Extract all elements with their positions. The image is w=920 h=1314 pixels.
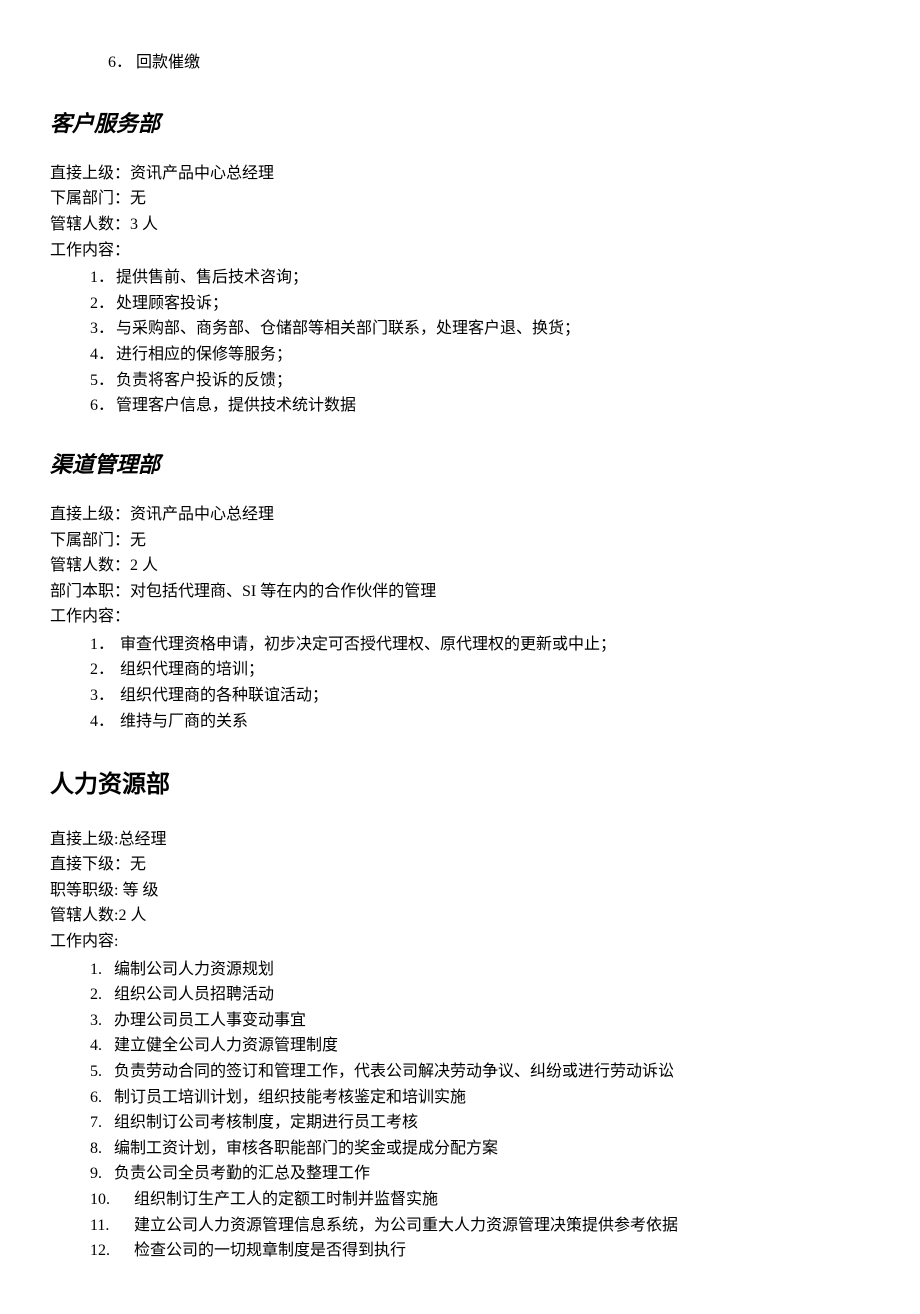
list-number: 4． [90, 342, 116, 368]
list-text: 进行相应的保修等服务； [116, 342, 292, 368]
info-line: 直接下级：无 [50, 852, 870, 878]
list-item: 1． 提供售前、售后技术咨询； [90, 265, 870, 291]
list-number: 7. [90, 1110, 114, 1136]
list-number: 6. [90, 1085, 114, 1111]
list-item: 6． 管理客户信息，提供技术统计数据 [90, 393, 870, 419]
section3-list: 1. 编制公司人力资源规划 2. 组织公司人员招聘活动 3. 办理公司员工人事变… [50, 957, 870, 1264]
list-item: 4. 建立健全公司人力资源管理制度 [90, 1033, 870, 1059]
list-text: 办理公司员工人事变动事宜 [114, 1008, 306, 1034]
list-text: 组织代理商的培训； [120, 657, 264, 683]
list-text: 与采购部、商务部、仓储部等相关部门联系，处理客户退、换货； [116, 316, 580, 342]
list-item: 10. 组织制订生产工人的定额工时制并监督实施 [90, 1187, 870, 1213]
section-heading-customer-service: 客户服务部 [50, 106, 870, 141]
list-text: 负责公司全员考勤的汇总及整理工作 [114, 1161, 370, 1187]
list-text: 建立健全公司人力资源管理制度 [114, 1033, 338, 1059]
list-item: 3． 组织代理商的各种联谊活动； [90, 683, 870, 709]
list-item: 3． 与采购部、商务部、仓储部等相关部门联系，处理客户退、换货； [90, 316, 870, 342]
list-item: 11. 建立公司人力资源管理信息系统，为公司重大人力资源管理决策提供参考依据 [90, 1213, 870, 1239]
list-text: 组织制订生产工人的定额工时制并监督实施 [134, 1187, 438, 1213]
list-text: 负责劳动合同的签订和管理工作，代表公司解决劳动争议、纠纷或进行劳动诉讼 [114, 1059, 674, 1085]
section-heading-channel-management: 渠道管理部 [50, 447, 870, 482]
list-number: 4． [90, 709, 120, 735]
info-line: 管辖人数：3 人 [50, 212, 870, 238]
list-text: 组织制订公司考核制度，定期进行员工考核 [114, 1110, 418, 1136]
section2-list: 1． 审查代理资格申请，初步决定可否授代理权、原代理权的更新或中止； 2． 组织… [50, 632, 870, 734]
list-item: 4． 维持与厂商的关系 [90, 709, 870, 735]
list-number: 8. [90, 1136, 114, 1162]
list-number: 3． [90, 683, 120, 709]
list-text: 检查公司的一切规章制度是否得到执行 [134, 1238, 406, 1264]
list-item: 6． 回款催缴 [108, 50, 870, 76]
list-number: 3． [90, 316, 116, 342]
list-text: 管理客户信息，提供技术统计数据 [116, 393, 356, 419]
list-item: 3. 办理公司员工人事变动事宜 [90, 1008, 870, 1034]
list-item: 1． 审查代理资格申请，初步决定可否授代理权、原代理权的更新或中止； [90, 632, 870, 658]
list-number: 12. [90, 1238, 134, 1264]
list-text: 回款催缴 [136, 50, 200, 76]
list-item: 2. 组织公司人员招聘活动 [90, 982, 870, 1008]
list-number: 3. [90, 1008, 114, 1034]
list-number: 4. [90, 1033, 114, 1059]
info-line: 职等职级: 等 级 [50, 878, 870, 904]
list-text: 编制公司人力资源规划 [114, 957, 274, 983]
info-line: 工作内容： [50, 238, 870, 264]
info-line: 工作内容： [50, 604, 870, 630]
section3-info: 直接上级:总经理 直接下级：无 职等职级: 等 级 管辖人数:2 人 工作内容: [50, 827, 870, 955]
info-line: 直接上级：资讯产品中心总经理 [50, 161, 870, 187]
list-item: 1. 编制公司人力资源规划 [90, 957, 870, 983]
list-number: 2． [90, 657, 120, 683]
list-item: 7. 组织制订公司考核制度，定期进行员工考核 [90, 1110, 870, 1136]
list-item: 2． 组织代理商的培训； [90, 657, 870, 683]
list-number: 1． [90, 632, 120, 658]
list-text: 组织代理商的各种联谊活动； [120, 683, 328, 709]
list-number: 5. [90, 1059, 114, 1085]
list-number: 10. [90, 1187, 134, 1213]
list-number: 5． [90, 368, 116, 394]
list-text: 组织公司人员招聘活动 [114, 982, 274, 1008]
list-number: 2. [90, 982, 114, 1008]
list-number: 1. [90, 957, 114, 983]
info-line: 工作内容: [50, 929, 870, 955]
info-line: 直接上级:总经理 [50, 827, 870, 853]
list-text: 建立公司人力资源管理信息系统，为公司重大人力资源管理决策提供参考依据 [134, 1213, 678, 1239]
info-line: 部门本职：对包括代理商、SI 等在内的合作伙伴的管理 [50, 579, 870, 605]
list-item: 12. 检查公司的一切规章制度是否得到执行 [90, 1238, 870, 1264]
prior-section-list-tail: 6． 回款催缴 [50, 50, 870, 76]
section1-list: 1． 提供售前、售后技术咨询； 2． 处理顾客投诉； 3． 与采购部、商务部、仓… [50, 265, 870, 419]
list-item: 9. 负责公司全员考勤的汇总及整理工作 [90, 1161, 870, 1187]
list-number: 9. [90, 1161, 114, 1187]
list-item: 5． 负责将客户投诉的反馈； [90, 368, 870, 394]
list-item: 2． 处理顾客投诉； [90, 291, 870, 317]
list-text: 编制工资计划，审核各职能部门的奖金或提成分配方案 [114, 1136, 498, 1162]
list-number: 6． [108, 50, 136, 76]
list-item: 6. 制订员工培训计划，组织技能考核鉴定和培训实施 [90, 1085, 870, 1111]
info-line: 管辖人数：2 人 [50, 553, 870, 579]
info-line: 直接上级：资讯产品中心总经理 [50, 502, 870, 528]
list-text: 处理顾客投诉； [116, 291, 228, 317]
list-number: 2． [90, 291, 116, 317]
section1-info: 直接上级：资讯产品中心总经理 下属部门：无 管辖人数：3 人 工作内容： [50, 161, 870, 263]
list-text: 维持与厂商的关系 [120, 709, 248, 735]
list-text: 制订员工培训计划，组织技能考核鉴定和培训实施 [114, 1085, 466, 1111]
list-number: 1． [90, 265, 116, 291]
section2-info: 直接上级：资讯产品中心总经理 下属部门：无 管辖人数：2 人 部门本职：对包括代… [50, 502, 870, 630]
section-heading-hr: 人力资源部 [50, 766, 870, 804]
info-line: 下属部门：无 [50, 528, 870, 554]
list-item: 4． 进行相应的保修等服务； [90, 342, 870, 368]
list-text: 提供售前、售后技术咨询； [116, 265, 308, 291]
list-number: 6． [90, 393, 116, 419]
info-line: 管辖人数:2 人 [50, 903, 870, 929]
info-line: 下属部门：无 [50, 186, 870, 212]
list-number: 11. [90, 1213, 134, 1239]
list-text: 负责将客户投诉的反馈； [116, 368, 292, 394]
list-item: 5. 负责劳动合同的签订和管理工作，代表公司解决劳动争议、纠纷或进行劳动诉讼 [90, 1059, 870, 1085]
list-item: 8. 编制工资计划，审核各职能部门的奖金或提成分配方案 [90, 1136, 870, 1162]
list-text: 审查代理资格申请，初步决定可否授代理权、原代理权的更新或中止； [120, 632, 616, 658]
